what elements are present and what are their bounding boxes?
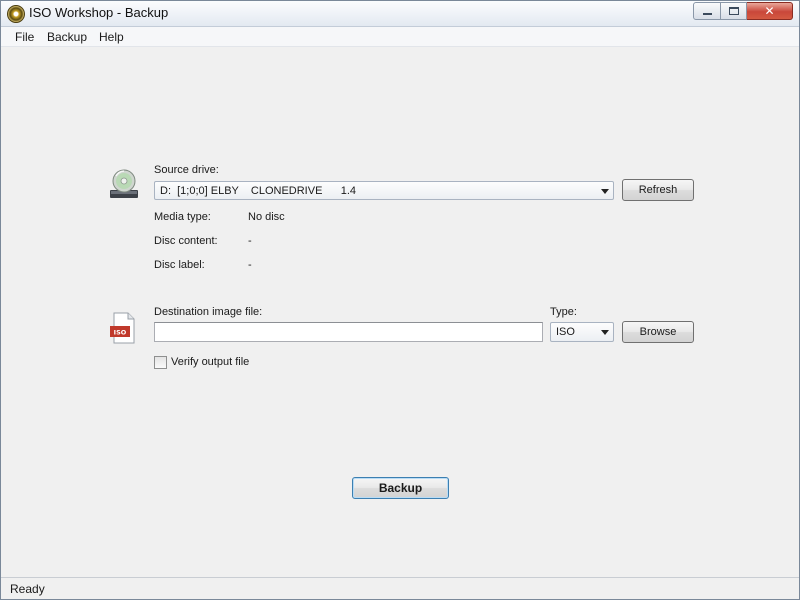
disc-content-label: Disc content: (154, 235, 218, 247)
refresh-button[interactable]: Refresh (622, 179, 694, 201)
media-type-value: No disc (248, 211, 285, 223)
svg-text:ISO: ISO (114, 329, 127, 337)
menu-file[interactable]: File (15, 30, 34, 44)
status-bar: Ready (1, 577, 799, 599)
source-drive-value: D: [1;0;0] ELBY CLONEDRIVE 1.4 (160, 185, 357, 197)
app-disc-icon (7, 5, 25, 23)
source-drive-select[interactable]: D: [1;0;0] ELBY CLONEDRIVE 1.4 (154, 181, 614, 200)
menu-backup[interactable]: Backup (47, 30, 87, 44)
disc-content-value: - (248, 235, 252, 247)
minimize-icon (702, 13, 712, 15)
optical-drive-icon (110, 169, 138, 198)
browse-button[interactable]: Browse (622, 321, 694, 343)
maximize-icon (728, 7, 739, 15)
chevron-down-icon (601, 189, 609, 194)
menu-help[interactable]: Help (99, 30, 124, 44)
menu-bar: File Backup Help (1, 27, 799, 47)
disc-label-label: Disc label: (154, 259, 205, 271)
close-icon: ✕ (764, 4, 775, 18)
minimize-button[interactable] (693, 2, 721, 20)
disc-label-value: - (248, 259, 252, 271)
chevron-down-icon (601, 330, 609, 335)
destination-file-input[interactable] (154, 322, 543, 342)
backup-button[interactable]: Backup (352, 477, 449, 499)
iso-file-icon: ISO (110, 312, 135, 344)
media-type-label: Media type: (154, 211, 211, 223)
source-drive-label: Source drive: (154, 164, 219, 176)
title-bar[interactable]: ISO Workshop - Backup ✕ (1, 1, 799, 27)
type-label: Type: (550, 306, 577, 318)
verify-output-label[interactable]: Verify output file (171, 356, 249, 368)
maximize-button[interactable] (721, 2, 747, 20)
window-title: ISO Workshop - Backup (29, 5, 169, 20)
status-text: Ready (10, 582, 45, 596)
verify-output-checkbox[interactable] (154, 356, 167, 369)
type-value: ISO (556, 326, 575, 338)
destination-label: Destination image file: (154, 306, 263, 318)
type-select[interactable]: ISO (550, 322, 614, 342)
close-button[interactable]: ✕ (747, 2, 793, 20)
main-window: ISO Workshop - Backup ✕ File Backup Help… (0, 0, 800, 600)
